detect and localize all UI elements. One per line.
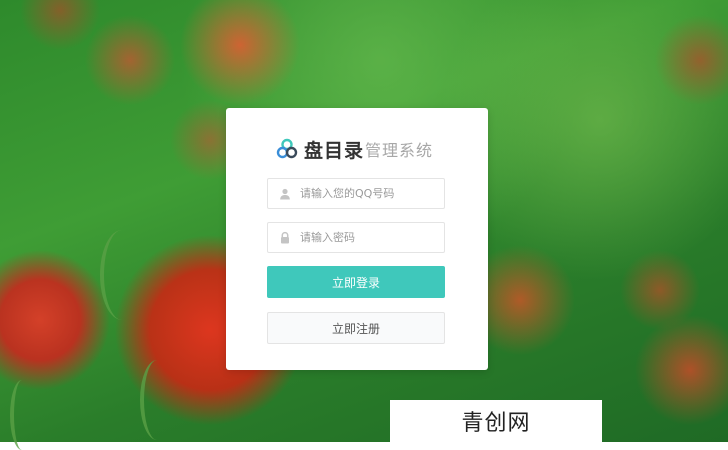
flower-stem [140, 360, 174, 440]
password-field[interactable] [267, 222, 445, 253]
password-input[interactable] [300, 231, 440, 244]
logo-icon [276, 138, 298, 159]
flower-stem [100, 230, 144, 320]
qq-input[interactable] [300, 187, 440, 200]
login-button[interactable]: 立即登录 [267, 266, 445, 298]
register-button[interactable]: 立即注册 [267, 312, 445, 344]
brand-subtitle: 管理系统 [365, 141, 434, 160]
lock-icon [281, 231, 289, 243]
user-icon [280, 188, 290, 199]
login-panel: 盘目录 管理系统 立即登录 立即注册 [226, 108, 488, 370]
flower-stem [10, 380, 34, 450]
brand-header: 盘目录 管理系统 [276, 136, 433, 162]
qq-field[interactable] [267, 178, 445, 209]
watermark-label: 青创网 [390, 400, 602, 442]
brand-name: 盘目录 [304, 139, 365, 162]
